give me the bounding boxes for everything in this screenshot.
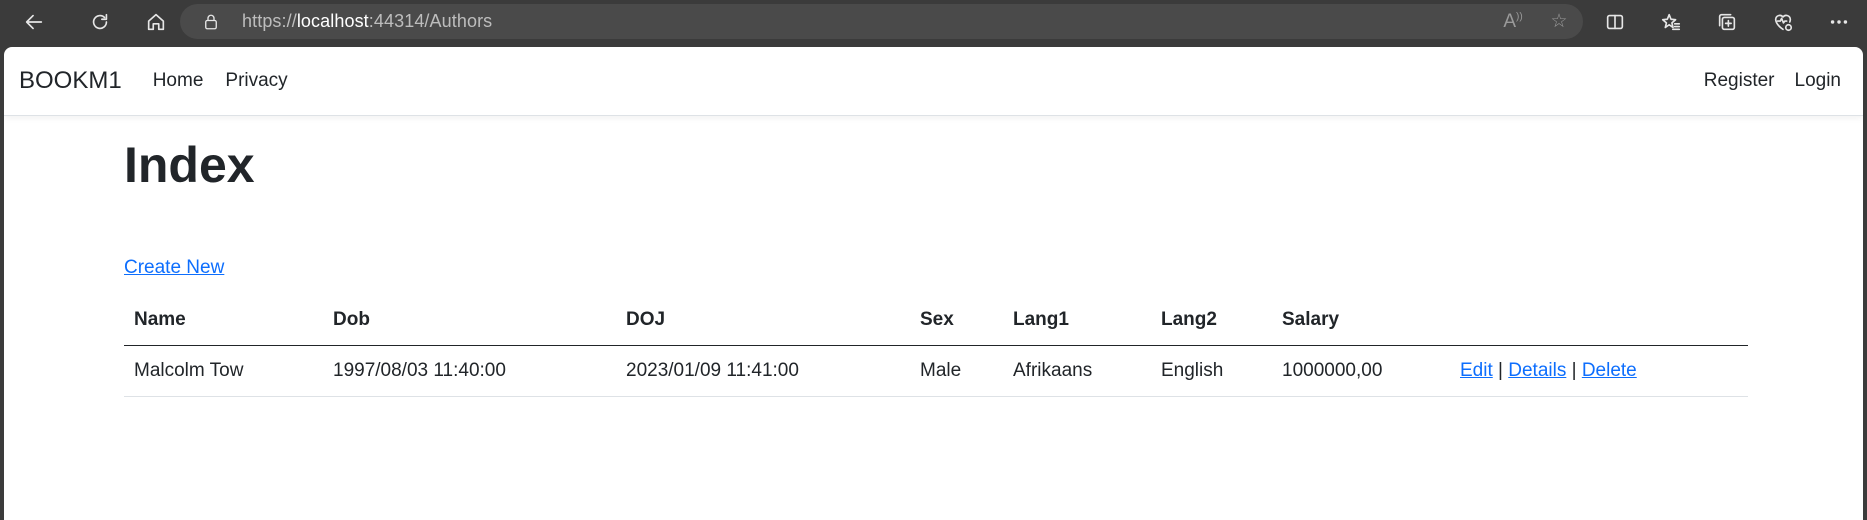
page-title: Index — [124, 137, 255, 193]
cell-lang2: English — [1151, 345, 1272, 397]
authors-table: Name Dob DOJ Sex Lang1 Lang2 Salary Malc… — [124, 295, 1748, 397]
cell-dob: 1997/08/03 11:40:00 — [323, 345, 616, 397]
star-icon[interactable]: ☆ — [1547, 10, 1571, 33]
cell-salary: 1000000,00 — [1272, 345, 1450, 397]
create-new-link[interactable]: Create New — [124, 257, 224, 279]
browser-toolbar: https://localhost:44314/Authors A)) ☆ — [0, 0, 1867, 44]
column-header-dob: Dob — [323, 295, 616, 346]
column-header-salary: Salary — [1272, 295, 1450, 346]
column-header-doj: DOJ — [616, 295, 910, 346]
table-header-row: Name Dob DOJ Sex Lang1 Lang2 Salary — [124, 295, 1748, 346]
lock-icon[interactable] — [200, 11, 222, 33]
collections-icon[interactable] — [1699, 0, 1755, 44]
address-bar[interactable]: https://localhost:44314/Authors A)) ☆ — [180, 4, 1583, 39]
column-header-name: Name — [124, 295, 323, 346]
split-screen-icon[interactable] — [1587, 0, 1643, 44]
table-row: Malcolm Tow 1997/08/03 11:40:00 2023/01/… — [124, 345, 1748, 397]
delete-link[interactable]: Delete — [1582, 360, 1637, 381]
brand-link[interactable]: BOOKM1 — [19, 67, 122, 95]
browser-essentials-icon[interactable] — [1755, 0, 1811, 44]
nav-register-link[interactable]: Register — [1704, 70, 1775, 92]
url-host: localhost — [296, 11, 369, 31]
url-rest: :44314/Authors — [368, 11, 493, 31]
cell-sex: Male — [910, 345, 1003, 397]
cell-name: Malcolm Tow — [124, 345, 323, 397]
page-viewport: BOOKM1 Home Privacy Register Login Index… — [4, 47, 1863, 520]
nav-privacy-link[interactable]: Privacy — [225, 70, 287, 92]
cell-actions: Edit | Details | Delete — [1450, 345, 1748, 397]
details-link[interactable]: Details — [1508, 360, 1566, 381]
edit-link[interactable]: Edit — [1460, 360, 1493, 381]
site-navbar: BOOKM1 Home Privacy Register Login — [4, 47, 1863, 116]
column-header-actions — [1450, 295, 1748, 346]
action-separator: | — [1498, 360, 1503, 381]
column-header-lang1: Lang1 — [1003, 295, 1151, 346]
more-icon[interactable] — [1811, 0, 1867, 44]
reload-icon[interactable] — [78, 0, 122, 44]
home-icon[interactable] — [134, 0, 178, 44]
favorites-icon[interactable] — [1643, 0, 1699, 44]
read-aloud-icon[interactable]: A)) — [1501, 11, 1525, 33]
column-header-lang2: Lang2 — [1151, 295, 1272, 346]
url-prefix: https:// — [242, 11, 297, 31]
cell-doj: 2023/01/09 11:41:00 — [616, 345, 910, 397]
nav-home-link[interactable]: Home — [153, 70, 204, 92]
url-text[interactable]: https://localhost:44314/Authors — [242, 11, 492, 32]
back-arrow-icon[interactable] — [12, 0, 56, 44]
column-header-sex: Sex — [910, 295, 1003, 346]
nav-login-link[interactable]: Login — [1795, 70, 1842, 92]
action-separator: | — [1571, 360, 1577, 381]
cell-lang1: Afrikaans — [1003, 345, 1151, 397]
